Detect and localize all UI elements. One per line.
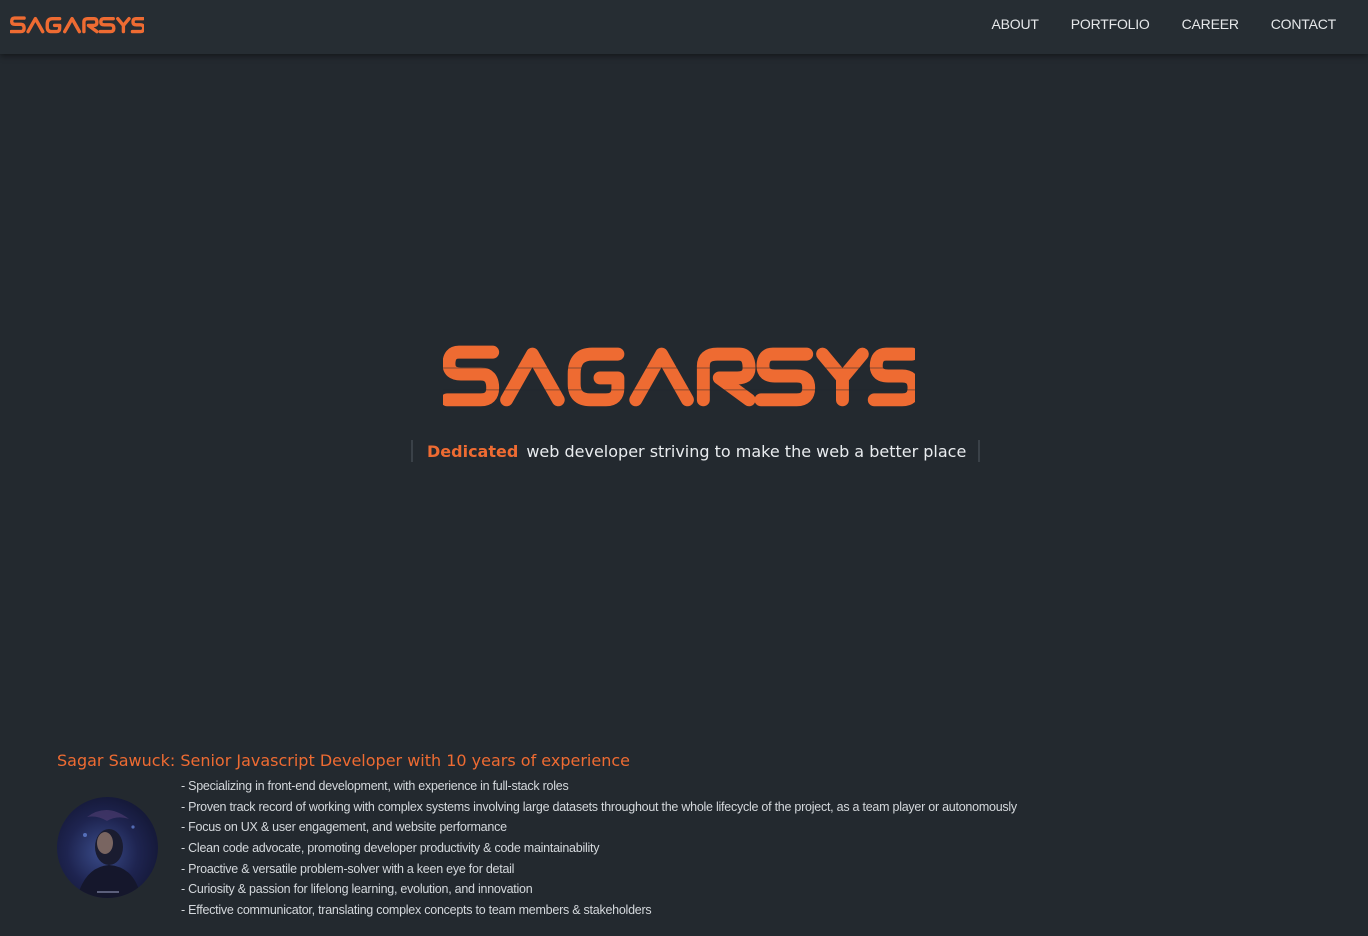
main-nav: ABOUT PORTFOLIO CAREER CONTACT xyxy=(960,0,1337,48)
nav-about[interactable]: ABOUT xyxy=(992,16,1039,32)
list-item: - Proactive & versatile problem-solver w… xyxy=(181,861,515,876)
list-item: - Effective communicator, translating co… xyxy=(181,903,652,918)
list-item: - Curiosity & passion for lifelong learn… xyxy=(181,882,533,897)
hero-tagline: Dedicated web developer striving to make… xyxy=(411,438,981,464)
list-item: - Proven track record of working with co… xyxy=(181,799,1017,814)
tagline-text: web developer striving to make the web a… xyxy=(526,441,967,461)
list-item: - Specializing in front-end development,… xyxy=(181,779,569,793)
tagline-highlight: Dedicated xyxy=(427,441,519,461)
hero-logo-letters xyxy=(443,345,915,407)
nav-career[interactable]: CAREER xyxy=(1182,16,1239,32)
list-item: - Focus on UX & user engagement, and web… xyxy=(181,820,507,835)
list-item: - Clean code advocate, promoting develop… xyxy=(181,841,600,856)
nav-portfolio[interactable]: PORTFOLIO xyxy=(1071,16,1150,32)
top-navbar: ABOUT PORTFOLIO CAREER CONTACT xyxy=(0,0,1368,54)
about-bullet-list: - Specializing in front-end development,… xyxy=(181,776,1017,921)
brand-logo[interactable] xyxy=(10,13,144,35)
about-heading: Sagar Sawuck: Senior Javascript Develope… xyxy=(57,751,630,770)
tagline-right-bar xyxy=(978,440,981,462)
tagline-left-bar xyxy=(411,440,413,462)
hero-logo xyxy=(443,345,915,407)
brand-logo-letters xyxy=(10,16,144,34)
avatar-portrait-icon xyxy=(77,809,141,898)
nav-contact[interactable]: CONTACT xyxy=(1271,16,1336,32)
profile-avatar xyxy=(57,797,158,898)
